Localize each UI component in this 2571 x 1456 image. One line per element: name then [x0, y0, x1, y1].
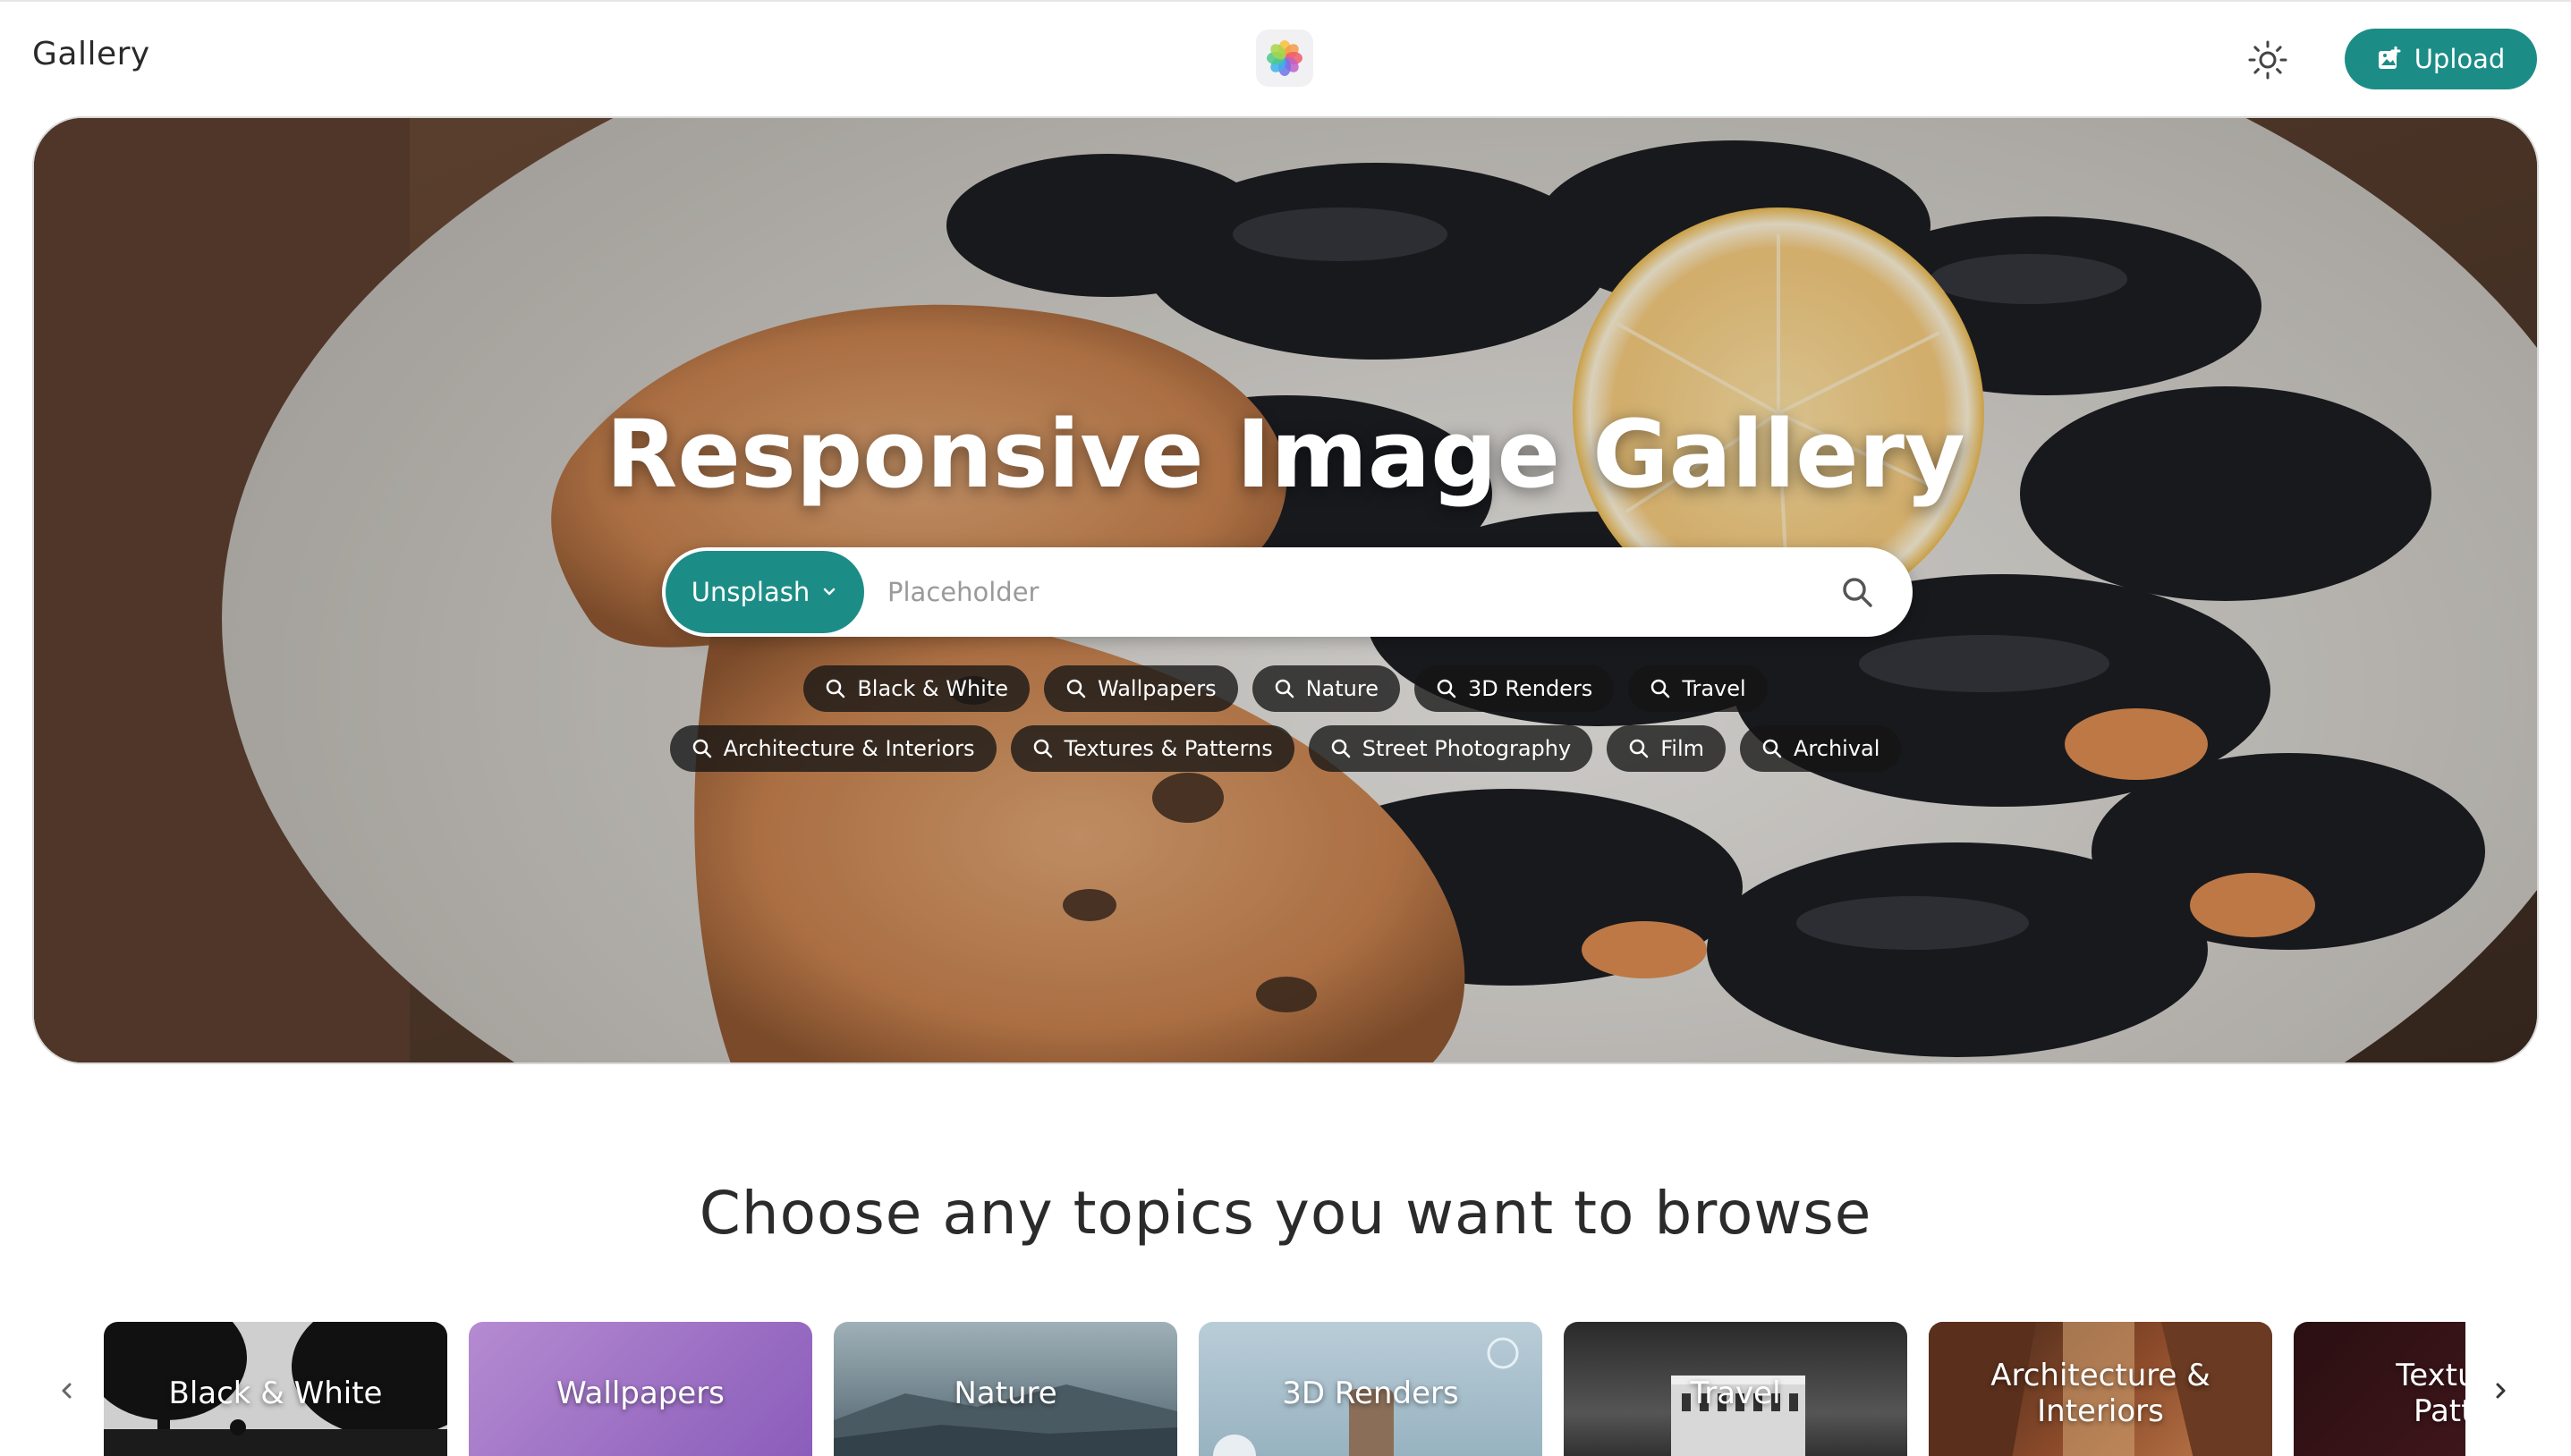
suggestion-chip-label: Textures & Patterns	[1064, 736, 1273, 761]
suggestion-chip[interactable]: Architecture & Interiors	[669, 725, 997, 772]
suggestion-chip[interactable]: Street Photography	[1308, 725, 1593, 772]
search-icon	[1331, 739, 1350, 758]
search-icon	[1762, 739, 1782, 758]
topic-card-nature[interactable]: Nature	[834, 1322, 1177, 1456]
search-icon	[1843, 578, 1872, 607]
source-dropdown-label: Unsplash	[691, 577, 810, 607]
suggestion-chip[interactable]: Black & White	[803, 665, 1031, 712]
suggestion-chip[interactable]: 3D Renders	[1413, 665, 1615, 712]
topic-card-textures-patterns[interactable]: Textures & Patterns	[2294, 1322, 2465, 1456]
suggestion-chip[interactable]: Textures & Patterns	[1010, 725, 1294, 772]
search-icon	[1651, 679, 1670, 698]
theme-toggle-button[interactable]	[2245, 38, 2290, 82]
suggestion-chip-label: 3D Renders	[1467, 676, 1593, 701]
topic-card-architecture-interiors[interactable]: Architecture & Interiors	[1929, 1322, 2272, 1456]
search-icon	[1033, 739, 1052, 758]
suggestion-chip-label: Nature	[1305, 676, 1379, 701]
carousel-prev-button[interactable]	[45, 1368, 89, 1413]
search-button[interactable]	[1834, 569, 1880, 615]
suggestion-chip-label: Black & White	[857, 676, 1009, 701]
chevron-left-icon	[62, 1383, 72, 1399]
chevron-down-icon	[823, 588, 836, 596]
search-input[interactable]	[887, 565, 1818, 619]
source-dropdown[interactable]: Unsplash	[666, 551, 864, 633]
suggestion-chip[interactable]: Travel	[1628, 665, 1768, 712]
topics-heading: Choose any topics you want to browse	[699, 1179, 1872, 1248]
flower-logo-icon[interactable]	[1256, 30, 1313, 87]
chevron-right-icon	[2496, 1383, 2506, 1399]
search-icon	[1066, 679, 1086, 698]
topic-card-wallpapers[interactable]: Wallpapers	[469, 1322, 812, 1456]
topic-card-travel[interactable]: Travel	[1564, 1322, 1907, 1456]
suggestion-chip-label: Film	[1660, 736, 1704, 761]
search-icon	[1629, 739, 1649, 758]
topic-card-label: Textures & Patterns	[2396, 1358, 2465, 1429]
suggestion-chip-label: Archival	[1794, 736, 1880, 761]
search-bar: Unsplash	[662, 547, 1913, 637]
suggestion-chip[interactable]: Wallpapers	[1044, 665, 1238, 712]
upload-label: Upload	[2414, 44, 2506, 74]
search-icon	[827, 679, 845, 698]
app-title: Gallery	[32, 36, 150, 72]
topic-card-label: Nature	[954, 1376, 1057, 1411]
suggestion-chip[interactable]: Nature	[1252, 665, 1400, 712]
topic-card-black-white[interactable]: Black & White	[104, 1322, 447, 1456]
suggestion-chips-row-2: Architecture & Interiors Textures & Patt…	[34, 725, 2537, 772]
search-icon	[1275, 679, 1294, 698]
topic-card-label: Black & White	[168, 1376, 383, 1411]
suggestion-chip[interactable]: Archival	[1740, 725, 1902, 772]
topic-card-label: Architecture & Interiors	[1990, 1358, 2210, 1429]
suggestion-chips-row-1: Black & White Wallpapers Nature 3D Rende…	[34, 665, 2537, 712]
suggestion-chip-label: Architecture & Interiors	[723, 736, 975, 761]
sun-icon	[2248, 40, 2287, 80]
carousel-next-button[interactable]	[2478, 1368, 2523, 1413]
topic-card-label: Wallpapers	[556, 1376, 725, 1411]
suggestion-chip-label: Travel	[1682, 676, 1746, 701]
topic-card-label: 3D Renders	[1282, 1376, 1459, 1411]
search-icon	[1437, 679, 1456, 698]
suggestion-chip-label: Wallpapers	[1098, 676, 1217, 701]
topics-track: Black & White Wallpapers Nature 3D Rende…	[104, 1322, 2465, 1456]
top-header: Gallery Upload	[0, 0, 2571, 116]
topic-card-label: Travel	[1690, 1376, 1781, 1411]
search-icon	[692, 739, 711, 758]
hero-title: Responsive Image Gallery	[606, 400, 1965, 509]
image-plus-icon	[2378, 47, 2401, 69]
topics-carousel: Black & White Wallpapers Nature 3D Rende…	[104, 1322, 2465, 1456]
suggestion-chip-label: Street Photography	[1362, 736, 1572, 761]
topic-card-3d-renders[interactable]: 3D Renders	[1199, 1322, 1542, 1456]
upload-button[interactable]: Upload	[2345, 29, 2537, 89]
hero-banner: Responsive Image Gallery Unsplash Black …	[32, 116, 2539, 1064]
suggestion-chip[interactable]: Film	[1607, 725, 1726, 772]
